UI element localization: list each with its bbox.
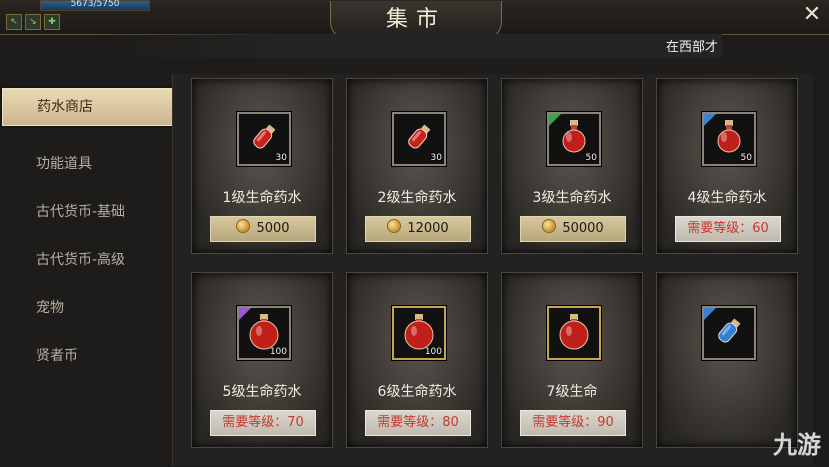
item-icon-slot[interactable]: 30: [237, 112, 291, 166]
item-quantity: 50: [585, 153, 597, 163]
coin-icon: [542, 219, 557, 233]
item-card[interactable]: 100 5级生命药水需要等级：70: [191, 272, 333, 448]
sidebar-item-label: 古代货币-基础: [36, 204, 126, 220]
item-card[interactable]: 7级生命需要等级：90: [501, 272, 643, 448]
level-requirement: 需要等级：70: [210, 410, 316, 436]
buff-icon[interactable]: ↘: [25, 14, 41, 30]
item-grid: 30 1级生命药水 5000 30 2级生命药水 12000 50 3级生命药水 50000 50…: [172, 74, 813, 466]
level-requirement: 需要等级：90: [520, 410, 626, 436]
coin-icon: [387, 219, 402, 233]
item-icon-slot[interactable]: [547, 306, 601, 360]
item-name: 3级生命药水: [532, 190, 612, 206]
item-name: 6级生命药水: [377, 384, 457, 400]
item-name: 5级生命药水: [222, 384, 302, 400]
buff-icon[interactable]: ↖: [6, 14, 22, 30]
buy-price-button[interactable]: 5000: [210, 216, 316, 242]
category-sidebar: 药水商店 功能道具 古代货币-基础 古代货币-高级 宠物 贤者币: [0, 86, 199, 380]
hp-bar: 5673/5750: [40, 0, 150, 11]
coin-icon: [236, 219, 251, 233]
item-name: 4级生命药水: [687, 190, 767, 206]
notice-text: 在西部才: [665, 40, 718, 55]
level-requirement: 需要等级：80: [365, 410, 471, 436]
price-value: 50000: [562, 221, 604, 236]
level-requirement: 需要等级：60: [675, 216, 781, 242]
sidebar-item-label: 功能道具: [36, 156, 92, 172]
item-card[interactable]: 30 1级生命药水 5000: [191, 78, 333, 254]
watermark-logo: 九游: [773, 431, 821, 459]
item-card[interactable]: 50 4级生命药水需要等级：60: [656, 78, 798, 254]
sidebar-item-pets[interactable]: 宠物: [0, 284, 168, 332]
item-quantity: 100: [424, 347, 442, 357]
sidebar-item-label: 药水商店: [37, 99, 93, 115]
sidebar-item-function-items[interactable]: 功能道具: [0, 140, 168, 188]
item-quantity: 30: [430, 153, 442, 163]
sidebar-item-label: 古代货币-高级: [36, 252, 126, 268]
price-value: 12000: [407, 221, 449, 236]
sidebar-item-label: 贤者币: [36, 348, 78, 364]
item-icon-slot[interactable]: 100: [237, 306, 291, 360]
sidebar-item-ancient-advanced[interactable]: 古代货币-高级: [0, 236, 168, 284]
price-value: 5000: [256, 221, 290, 236]
item-icon-slot[interactable]: 100: [392, 306, 446, 360]
sidebar-item-ancient-basic[interactable]: 古代货币-基础: [0, 188, 168, 236]
item-quantity: 30: [275, 153, 287, 163]
potion-icon: [712, 314, 746, 352]
item-icon-slot[interactable]: 50: [702, 112, 756, 166]
item-card[interactable]: 50 3级生命药水 50000: [501, 78, 643, 254]
item-icon-slot[interactable]: 30: [392, 112, 446, 166]
close-button[interactable]: ✕: [799, 2, 825, 28]
hp-text: 5673/5750: [70, 0, 120, 9]
item-quantity: 50: [740, 153, 752, 163]
hud-buff-icons: ↖ ↘ ✚: [6, 14, 60, 30]
potion-icon: [554, 311, 594, 355]
item-icon-slot[interactable]: 50: [547, 112, 601, 166]
item-icon-slot[interactable]: [702, 306, 756, 360]
item-name: 7级生命: [546, 384, 598, 400]
buy-price-button[interactable]: 12000: [365, 216, 471, 242]
window-title: 集市: [385, 7, 446, 32]
item-card[interactable]: 100 6级生命药水需要等级：80: [346, 272, 488, 448]
item-card[interactable]: 30 2级生命药水 12000: [346, 78, 488, 254]
buy-price-button[interactable]: 50000: [520, 216, 626, 242]
item-quantity: 100: [269, 347, 287, 357]
notice-bar: 在西部才: [100, 34, 722, 58]
sidebar-item-sage-coin[interactable]: 贤者币: [0, 332, 168, 380]
item-card[interactable]: [656, 272, 798, 448]
sidebar-item-potion-shop[interactable]: 药水商店: [2, 88, 199, 126]
item-name: 2级生命药水: [377, 190, 457, 206]
sidebar-item-label: 宠物: [36, 300, 64, 316]
buff-icon[interactable]: ✚: [44, 14, 60, 30]
item-name: 1级生命药水: [222, 190, 302, 206]
